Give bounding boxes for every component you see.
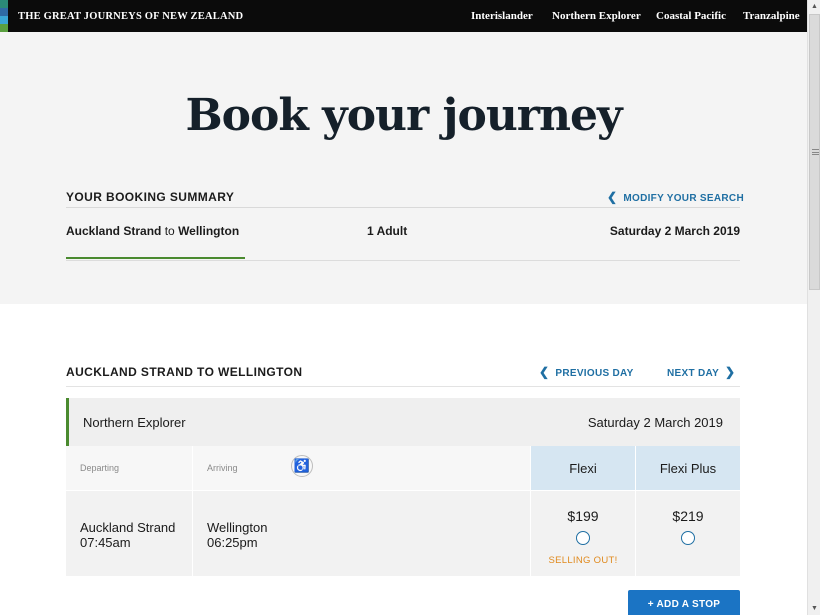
stripe-segment — [0, 16, 8, 24]
vertical-scrollbar[interactable]: ▲ ▼ — [807, 0, 820, 615]
previous-day-label: PREVIOUS DAY — [555, 368, 634, 379]
chevron-left-icon: ❮ — [539, 365, 550, 379]
fare-price-flexi: $199 — [567, 508, 599, 524]
stripe-segment — [0, 8, 8, 16]
scroll-down-arrow-icon[interactable]: ▼ — [808, 602, 820, 615]
fare-header-flexi-plus: Flexi Plus — [636, 446, 740, 490]
add-stop-button[interactable]: + ADD A STOP — [628, 590, 740, 615]
stripe-segment — [0, 24, 8, 32]
previous-day-link[interactable]: ❮ PREVIOUS DAY — [539, 365, 634, 379]
chevron-left-icon: ❮ — [607, 190, 618, 204]
divider — [66, 207, 740, 208]
chevron-right-icon: ❯ — [725, 365, 736, 379]
summary-route: Auckland Strand to Wellington — [66, 224, 239, 238]
summary-destination: Wellington — [178, 224, 240, 238]
train-name: Northern Explorer — [83, 415, 186, 430]
summary-origin: Auckland Strand — [66, 224, 162, 238]
arrival-time: 06:25pm — [207, 535, 258, 550]
nav-link-interislander[interactable]: Interislander — [471, 10, 533, 22]
fare-radio-flexi-plus[interactable] — [681, 531, 695, 545]
next-day-link[interactable]: NEXT DAY ❯ — [667, 365, 735, 379]
booking-summary-heading: YOUR BOOKING SUMMARY — [66, 190, 235, 204]
grip-icon — [812, 149, 819, 155]
top-navigation-bar: THE GREAT JOURNEYS OF NEW ZEALAND Interi… — [0, 0, 807, 32]
fare-header-flexi: Flexi — [531, 446, 635, 490]
arriving-column-header: Arriving — [193, 446, 530, 490]
booking-hero: Book your journey YOUR BOOKING SUMMARY ❮… — [0, 32, 807, 304]
modify-search-link[interactable]: ❮ MODIFY YOUR SEARCH — [607, 190, 744, 204]
availability-badge: SELLING OUT! — [548, 555, 618, 566]
results-route-heading: AUCKLAND STRAND TO WELLINGTON — [66, 365, 303, 379]
summary-passengers: 1 Adult — [367, 224, 408, 238]
train-header: Northern Explorer Saturday 2 March 2019 — [66, 398, 740, 446]
divider — [66, 386, 740, 387]
wheelchair-accessible-icon: ♿ — [291, 455, 313, 477]
nav-link-tranzalpine[interactable]: Tranzalpine — [743, 10, 800, 22]
modify-search-label: MODIFY YOUR SEARCH — [623, 193, 744, 204]
train-date: Saturday 2 March 2019 — [587, 415, 723, 430]
arriving-label: Arriving — [207, 463, 238, 473]
stripe-segment — [0, 0, 8, 8]
next-day-label: NEXT DAY — [667, 368, 720, 379]
brand-color-stripe — [0, 0, 8, 32]
arrival-station: Wellington — [207, 520, 268, 535]
brand-logo-text[interactable]: THE GREAT JOURNEYS OF NEW ZEALAND — [18, 11, 243, 22]
summary-date: Saturday 2 March 2019 — [609, 224, 740, 238]
departing-column-header: Departing — [66, 446, 192, 490]
summary-to-word: to — [164, 224, 175, 238]
scrollbar-thumb[interactable] — [809, 14, 820, 290]
page-title: Book your journey — [185, 90, 622, 141]
nav-link-northern-explorer[interactable]: Northern Explorer — [552, 10, 641, 22]
active-leg-indicator — [66, 257, 245, 259]
departure-time: 07:45am — [80, 535, 131, 550]
divider — [66, 260, 740, 261]
departure-station: Auckland Strand — [80, 520, 176, 535]
scroll-up-arrow-icon[interactable]: ▲ — [808, 0, 820, 13]
departing-label: Departing — [80, 463, 120, 473]
fare-radio-flexi[interactable] — [576, 531, 590, 545]
fare-price-flexi-plus: $219 — [672, 508, 704, 524]
nav-link-coastal-pacific[interactable]: Coastal Pacific — [656, 10, 726, 22]
